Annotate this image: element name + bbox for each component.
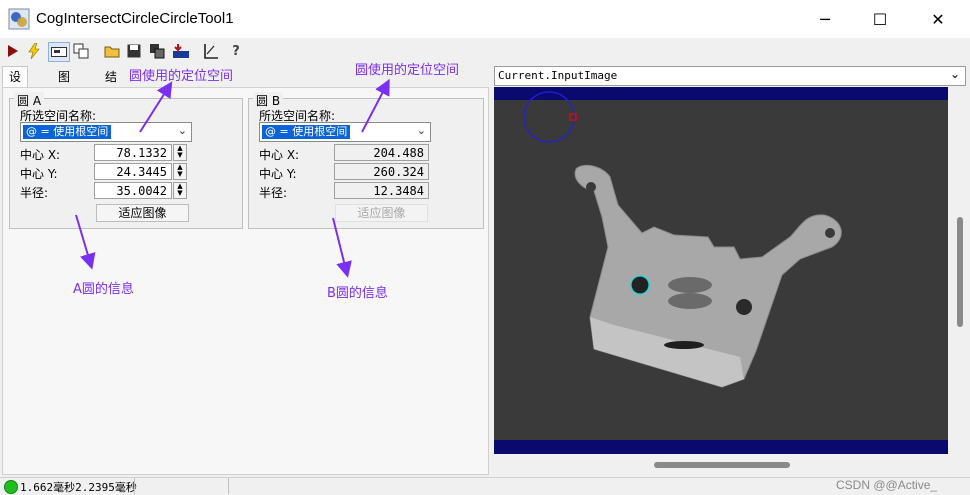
vertical-scroll-thumb[interactable] (957, 217, 963, 327)
close-button[interactable]: ✕ (915, 0, 961, 38)
close-icon: ✕ (931, 9, 945, 29)
maximize-icon: ☐ (872, 9, 888, 29)
viewer-top-band (494, 87, 948, 100)
viewer-vertical-scrollbar[interactable] (952, 87, 968, 454)
arrow-space-a (139, 81, 173, 133)
annotation-arrows (75, 78, 390, 278)
minimize-button[interactable]: ─ (802, 0, 848, 38)
status-bar: 1.662毫秒2.2395毫秒 CSDN @@Active_ (0, 477, 970, 495)
status-ok-icon (4, 480, 18, 494)
arrow-info-b (332, 217, 352, 278)
arrow-space-b (361, 78, 390, 133)
image-source-value: Current.InputImage (498, 69, 618, 82)
status-timing: 1.662毫秒2.2395毫秒 (20, 481, 137, 494)
circle-b-graphic[interactable] (630, 275, 650, 295)
status-divider (134, 478, 135, 494)
chevron-down-icon: ⌄ (949, 67, 960, 81)
viewer-bottom-band (494, 440, 948, 454)
watermark-text: CSDN @@Active_ (836, 478, 938, 492)
image-display[interactable] (494, 87, 948, 454)
minimize-icon: ─ (820, 9, 830, 29)
horizontal-scroll-thumb[interactable] (654, 462, 790, 468)
viewer-horizontal-scrollbar[interactable] (494, 457, 948, 473)
maximize-button[interactable]: ☐ (857, 0, 903, 38)
arrow-info-a (75, 214, 96, 270)
status-divider (228, 478, 229, 494)
image-source-select[interactable]: Current.InputImage ⌄ (494, 66, 966, 86)
